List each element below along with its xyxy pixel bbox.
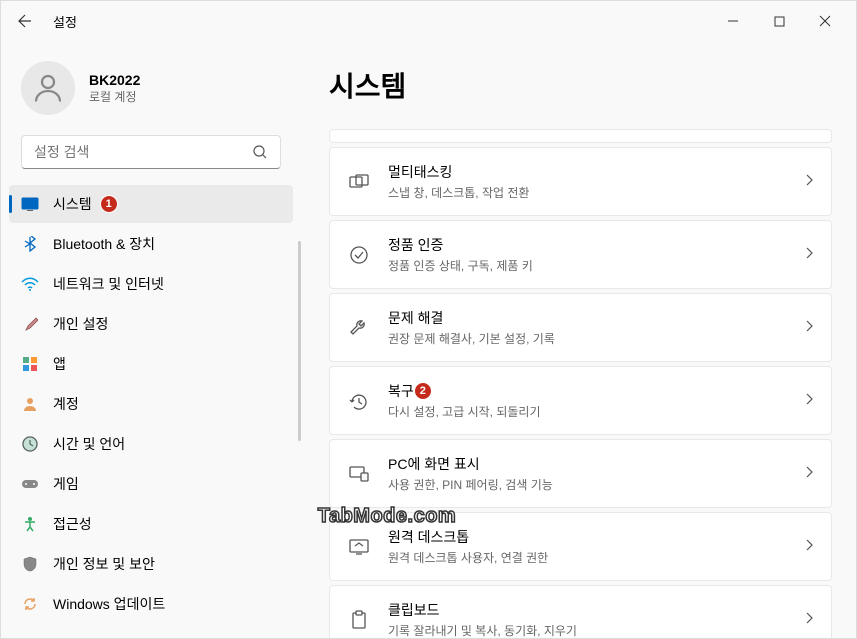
back-button[interactable] <box>9 5 41 37</box>
user-type: 로컬 계정 <box>89 88 140 105</box>
settings-list: 멀티태스킹 스냅 창, 데스크톱, 작업 전환 정품 인증 정품 인증 상태, … <box>329 129 832 638</box>
page-title: 시스템 <box>329 41 832 129</box>
user-section[interactable]: BK2022 로컬 계정 <box>5 49 297 135</box>
gaming-icon <box>21 475 39 493</box>
card-title: 클립보드 <box>388 600 440 620</box>
person-icon <box>30 70 66 106</box>
sidebar-item-system[interactable]: 시스템 1 <box>9 185 293 223</box>
close-icon <box>819 15 831 27</box>
remote-icon <box>348 536 370 558</box>
accessibility-icon <box>21 515 39 533</box>
card-desc: 기록 잘라내기 및 복사, 동기화, 지우기 <box>388 622 787 638</box>
maximize-icon <box>774 16 785 27</box>
avatar <box>21 61 75 115</box>
sidebar-item-label: 앱 <box>53 354 66 374</box>
titlebar: 설정 <box>1 1 856 41</box>
chevron-right-icon <box>805 392 813 410</box>
check-circle-icon <box>348 244 370 266</box>
sidebar: BK2022 로컬 계정 시스템 1 Bluetooth & 장치 네트워크 및… <box>1 41 301 638</box>
bluetooth-icon <box>21 235 39 253</box>
main-content: 시스템 멀티태스킹 스냅 창, 데스크톱, 작업 전환 정품 인증 정품 인 <box>301 41 856 638</box>
sidebar-item-label: 계정 <box>53 394 79 414</box>
minimize-button[interactable] <box>710 5 756 37</box>
sidebar-item-label: 시간 및 언어 <box>53 434 125 454</box>
sidebar-item-apps[interactable]: 앱 <box>9 345 293 383</box>
sidebar-item-network[interactable]: 네트워크 및 인터넷 <box>9 265 293 303</box>
card-title: 복구 <box>388 381 414 401</box>
sidebar-item-label: 개인 정보 및 보안 <box>53 554 155 574</box>
card-title: 멀티태스킹 <box>388 162 452 182</box>
maximize-button[interactable] <box>756 5 802 37</box>
settings-card-troubleshoot[interactable]: 문제 해결 권장 문제 해결사, 기본 설정, 기록 <box>329 293 832 362</box>
minimize-icon <box>727 15 739 27</box>
sidebar-item-accessibility[interactable]: 접근성 <box>9 505 293 543</box>
chevron-right-icon <box>805 611 813 629</box>
system-icon <box>21 195 39 213</box>
card-desc: 권장 문제 해결사, 기본 설정, 기록 <box>388 330 787 347</box>
chevron-right-icon <box>805 538 813 556</box>
badge: 2 <box>414 382 432 400</box>
user-info: BK2022 로컬 계정 <box>89 72 140 105</box>
update-icon <box>21 595 39 613</box>
card-title: 문제 해결 <box>388 308 443 328</box>
settings-card-remote[interactable]: 원격 데스크톱 원격 데스크톱 사용자, 연결 권한 <box>329 512 832 581</box>
recovery-icon <box>348 390 370 412</box>
sidebar-item-accounts[interactable]: 계정 <box>9 385 293 423</box>
clock-icon <box>21 435 39 453</box>
chevron-right-icon <box>805 319 813 337</box>
window-title: 설정 <box>53 12 77 31</box>
user-name: BK2022 <box>89 72 140 88</box>
badge: 1 <box>100 195 118 213</box>
project-icon <box>348 463 370 485</box>
settings-card-projecting[interactable]: PC에 화면 표시 사용 권한, PIN 페어링, 검색 기능 <box>329 439 832 508</box>
card-desc: 사용 권한, PIN 페어링, 검색 기능 <box>388 476 787 493</box>
chevron-right-icon <box>805 465 813 483</box>
card-desc: 정품 인증 상태, 구독, 제품 키 <box>388 257 787 274</box>
sidebar-item-update[interactable]: Windows 업데이트 <box>9 585 293 623</box>
settings-card-recovery[interactable]: 복구2 다시 설정, 고급 시작, 되돌리기 <box>329 366 832 435</box>
sidebar-item-label: 개인 설정 <box>53 314 108 334</box>
wifi-icon <box>21 275 39 293</box>
clipboard-icon <box>348 609 370 631</box>
card-desc: 다시 설정, 고급 시작, 되돌리기 <box>388 403 787 420</box>
sidebar-item-label: 접근성 <box>53 514 92 534</box>
sidebar-item-time[interactable]: 시간 및 언어 <box>9 425 293 463</box>
settings-card-activation[interactable]: 정품 인증 정품 인증 상태, 구독, 제품 키 <box>329 220 832 289</box>
chevron-right-icon <box>805 246 813 264</box>
sidebar-item-label: 게임 <box>53 474 79 494</box>
sidebar-item-bluetooth[interactable]: Bluetooth & 장치 <box>9 225 293 263</box>
window-controls <box>710 5 848 37</box>
nav-list: 시스템 1 Bluetooth & 장치 네트워크 및 인터넷 개인 설정 앱 <box>5 185 297 623</box>
account-icon <box>21 395 39 413</box>
apps-icon <box>21 355 39 373</box>
arrow-left-icon <box>17 13 33 29</box>
wrench-icon <box>348 317 370 339</box>
sidebar-item-label: 네트워크 및 인터넷 <box>53 274 164 294</box>
sidebar-item-privacy[interactable]: 개인 정보 및 보안 <box>9 545 293 583</box>
settings-card-partial[interactable] <box>329 129 832 143</box>
sidebar-item-personalization[interactable]: 개인 설정 <box>9 305 293 343</box>
chevron-right-icon <box>805 173 813 191</box>
search-input[interactable] <box>34 144 252 160</box>
search-box[interactable] <box>21 135 281 169</box>
shield-icon <box>21 555 39 573</box>
sidebar-item-label: Windows 업데이트 <box>53 594 165 614</box>
sidebar-item-gaming[interactable]: 게임 <box>9 465 293 503</box>
close-button[interactable] <box>802 5 848 37</box>
card-title: 원격 데스크톱 <box>388 527 469 547</box>
brush-icon <box>21 315 39 333</box>
card-desc: 스냅 창, 데스크톱, 작업 전환 <box>388 184 787 201</box>
card-title: 정품 인증 <box>388 235 443 255</box>
settings-card-clipboard[interactable]: 클립보드 기록 잘라내기 및 복사, 동기화, 지우기 <box>329 585 832 638</box>
card-title: PC에 화면 표시 <box>388 454 480 474</box>
settings-card-multitasking[interactable]: 멀티태스킹 스냅 창, 데스크톱, 작업 전환 <box>329 147 832 216</box>
sidebar-item-label: 시스템 <box>53 194 92 214</box>
sidebar-item-label: Bluetooth & 장치 <box>53 234 155 254</box>
search-icon <box>252 144 268 160</box>
card-desc: 원격 데스크톱 사용자, 연결 권한 <box>388 549 787 566</box>
multitasking-icon <box>348 171 370 193</box>
